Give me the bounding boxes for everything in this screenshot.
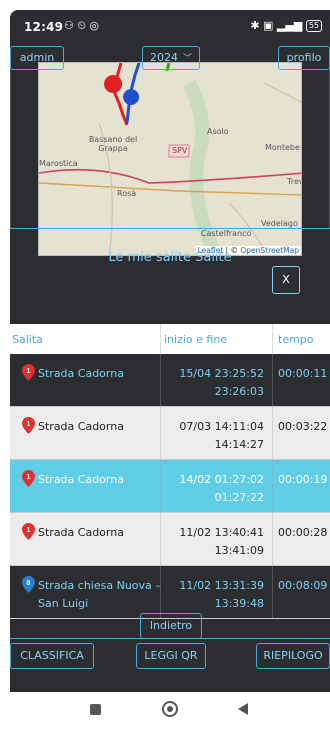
col-divider bbox=[272, 324, 273, 354]
climb-start: 07/03 14:11:04 bbox=[179, 420, 264, 433]
climb-duration: 00:03:22 bbox=[278, 420, 328, 433]
map-pin-icon: 8 bbox=[22, 576, 35, 593]
map-label-montebe: Montebe bbox=[265, 143, 300, 152]
summary-button[interactable]: RIEPILOGO bbox=[256, 643, 330, 669]
climb-name: Strada chiesa Nuova – San Luigi bbox=[38, 579, 161, 610]
top-bar: admin 2024 ﹀ profilo bbox=[10, 46, 330, 76]
back-button[interactable]: Indietro bbox=[140, 613, 202, 639]
svg-text:1: 1 bbox=[27, 368, 31, 375]
back-arrow-icon[interactable] bbox=[238, 703, 248, 715]
svg-text:1: 1 bbox=[27, 421, 31, 428]
classifica-button[interactable]: CLASSIFICA bbox=[10, 643, 94, 669]
map-label-rosa: Rosà bbox=[117, 189, 137, 198]
profile-button[interactable]: profilo bbox=[278, 46, 330, 70]
climb-duration: 00:08:09 bbox=[278, 579, 328, 592]
map-label-bassano: Bassano del Grappa bbox=[88, 135, 138, 153]
scan-qr-button[interactable]: LEGGI QR bbox=[136, 643, 206, 669]
col-divider bbox=[160, 407, 161, 459]
climb-name: Strada Cadorna bbox=[38, 526, 124, 539]
climb-end: 13:41:09 bbox=[214, 544, 264, 557]
col-divider bbox=[272, 460, 273, 512]
climb-time-range: 11/02 13:31:39 13:39:48 bbox=[164, 577, 264, 613]
signal-icon: ✱ ▣ ▂▄▆ bbox=[250, 19, 303, 32]
map-label-marostica: Marostica bbox=[39, 159, 78, 168]
title-row: Le mie salite Salite X bbox=[10, 238, 330, 298]
climb-name: Strada Cadorna bbox=[38, 473, 124, 486]
android-nav-bar bbox=[0, 692, 330, 729]
year-value: 2024 bbox=[149, 51, 178, 64]
table-header: Salita inizio e fine tempo bbox=[10, 324, 330, 354]
system-icons: ✱ ▣ ▂▄▆ 55 bbox=[250, 19, 322, 32]
svg-text:8: 8 bbox=[27, 580, 31, 587]
climb-end: 14:14:27 bbox=[214, 438, 264, 451]
climb-time-range: 11/02 13:40:41 13:41:09 bbox=[164, 524, 264, 560]
climb-start: 15/04 23:25:52 bbox=[179, 367, 264, 380]
climb-time-range: 14/02 01:27:02 01:27:22 bbox=[164, 471, 264, 507]
col-header-salita[interactable]: Salita bbox=[12, 333, 43, 346]
map-label-trev: Trev bbox=[287, 177, 302, 186]
map-frame-divider bbox=[10, 228, 330, 229]
table-row[interactable]: 1 Strada Cadorna 07/03 14:11:04 14:14:27… bbox=[10, 407, 330, 460]
col-divider bbox=[160, 460, 161, 512]
table-row[interactable]: 1 Strada Cadorna 15/04 23:25:52 23:26:03… bbox=[10, 354, 330, 407]
table-row[interactable]: 8 Strada chiesa Nuova – San Luigi 11/02 … bbox=[10, 566, 330, 619]
map-label-vedelago: Vedelago bbox=[261, 219, 298, 228]
climb-end: 01:27:22 bbox=[214, 491, 264, 504]
climb-duration: 00:00:11 bbox=[278, 367, 328, 380]
climbs-table: Salita inizio e fine tempo 1 Strada Cado… bbox=[10, 324, 330, 619]
climb-time-range: 15/04 23:25:52 23:26:03 bbox=[164, 365, 264, 401]
climb-time-range: 07/03 14:11:04 14:14:27 bbox=[164, 418, 264, 454]
col-divider bbox=[272, 407, 273, 459]
recent-apps-icon[interactable] bbox=[90, 704, 101, 715]
bottom-toolbar: CLASSIFICA LEGGI QR RIEPILOGO bbox=[10, 638, 330, 670]
battery-icon: 55 bbox=[305, 20, 322, 32]
col-divider bbox=[272, 513, 273, 565]
page-title: Le mie salite Salite bbox=[108, 250, 232, 265]
climb-duration: 00:00:19 bbox=[278, 473, 328, 486]
map-pin-icon: 1 bbox=[22, 470, 35, 487]
col-header-tempo[interactable]: tempo bbox=[278, 333, 314, 346]
col-divider bbox=[160, 513, 161, 565]
map-frame-left bbox=[10, 62, 11, 229]
climb-duration: 00:00:28 bbox=[278, 526, 328, 539]
map-label-castelfranco: Castelfranco bbox=[201, 229, 252, 238]
phone-frame: 12:49 ⚇ ⏲ ◎ ✱ ▣ ▂▄▆ 55 Asolo Bassano del… bbox=[0, 0, 330, 729]
climb-start: 14/02 01:27:02 bbox=[179, 473, 264, 486]
table-row[interactable]: 1 Strada Cadorna 14/02 01:27:02 01:27:22… bbox=[10, 460, 330, 513]
app-screen: 12:49 ⚇ ⏲ ◎ ✱ ▣ ▂▄▆ 55 Asolo Bassano del… bbox=[10, 10, 330, 692]
climb-start: 11/02 13:40:41 bbox=[179, 526, 264, 539]
map-pin-icon: 1 bbox=[22, 417, 35, 434]
map-pin-icon: 1 bbox=[22, 364, 35, 381]
table-row[interactable]: 1 Strada Cadorna 11/02 13:40:41 13:41:09… bbox=[10, 513, 330, 566]
year-select[interactable]: 2024 ﹀ bbox=[142, 46, 200, 70]
climb-name: Strada Cadorna bbox=[38, 420, 124, 433]
col-header-inizio-fine[interactable]: inizio e fine bbox=[164, 333, 227, 346]
col-divider bbox=[272, 354, 273, 406]
col-divider bbox=[272, 566, 273, 618]
status-time: 12:49 bbox=[24, 20, 64, 34]
home-icon[interactable] bbox=[162, 701, 178, 717]
col-divider bbox=[160, 566, 161, 618]
col-divider bbox=[160, 324, 161, 354]
svg-text:1: 1 bbox=[27, 527, 31, 534]
climb-start: 11/02 13:31:39 bbox=[179, 579, 264, 592]
climb-end: 23:26:03 bbox=[214, 385, 264, 398]
chevron-down-icon: ﹀ bbox=[182, 54, 192, 64]
close-button[interactable]: X bbox=[272, 266, 300, 294]
climb-name: Strada Cadorna bbox=[38, 367, 124, 380]
map-label-spv: SPV bbox=[172, 146, 188, 155]
admin-button[interactable]: admin bbox=[10, 46, 64, 70]
map-label-asolo: Asolo bbox=[207, 127, 229, 136]
status-bar: 12:49 ⚇ ⏲ ◎ ✱ ▣ ▂▄▆ 55 bbox=[10, 10, 330, 42]
svg-text:1: 1 bbox=[27, 474, 31, 481]
climb-end: 13:39:48 bbox=[214, 597, 264, 610]
notification-icons: ⚇ ⏲ ◎ bbox=[64, 19, 100, 32]
map-pin-icon: 1 bbox=[22, 523, 35, 540]
col-divider bbox=[160, 354, 161, 406]
map-view[interactable]: Asolo Bassano del Grappa Marostica Rosà … bbox=[38, 62, 302, 256]
